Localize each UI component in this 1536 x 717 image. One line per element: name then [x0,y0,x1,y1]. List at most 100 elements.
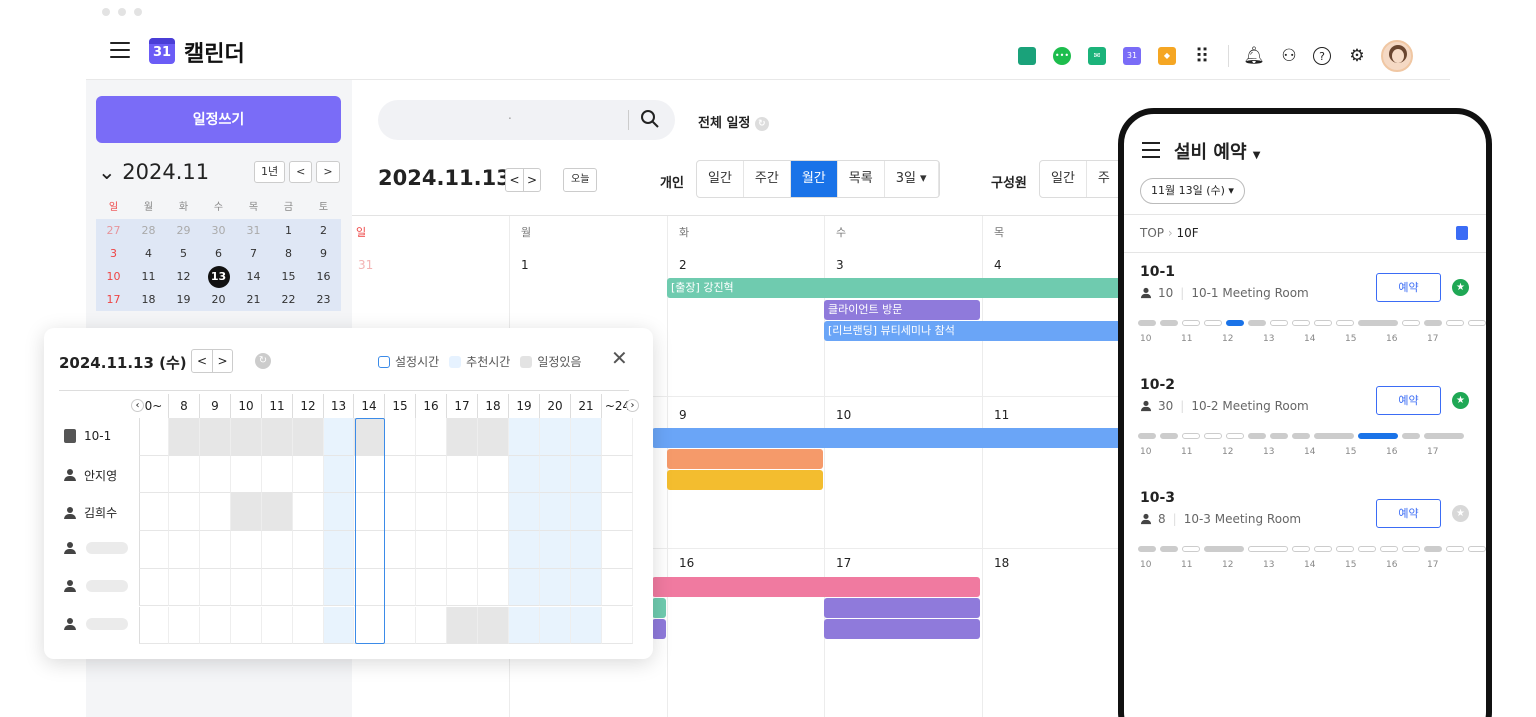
day-number[interactable]: 10 [836,408,851,422]
time-cell[interactable] [478,493,509,532]
time-cell[interactable] [416,606,447,645]
view-tab[interactable]: 월간 [790,161,838,197]
time-cell[interactable] [602,493,633,532]
time-cell[interactable] [200,606,231,645]
time-cell[interactable] [139,531,169,569]
calendar-event[interactable] [652,428,1132,448]
prev-month-button[interactable]: < [289,161,313,183]
time-cell[interactable] [293,606,324,645]
favorite-star-icon[interactable]: ★ [1452,505,1469,522]
time-cell[interactable] [293,493,324,532]
time-cell[interactable] [509,455,540,494]
day-number[interactable]: 9 [679,408,687,422]
mini-day[interactable]: 21 [236,288,271,311]
mini-day[interactable]: 1 [271,219,306,242]
time-cell[interactable] [293,568,324,607]
breadcrumb-floor[interactable]: 10F [1176,226,1198,240]
time-cell[interactable] [200,418,231,456]
time-cell[interactable] [416,568,447,607]
time-cell[interactable] [571,531,602,569]
mini-day[interactable]: 22 [271,288,306,311]
time-cell[interactable] [324,568,354,607]
mini-day[interactable]: 11 [131,265,166,288]
day-number[interactable]: 31 [358,258,373,272]
facility-title[interactable]: 설비 예약 ▼ [1174,138,1261,164]
time-cell[interactable] [602,606,633,645]
time-cell[interactable] [447,568,478,607]
org-chart-icon[interactable]: ⚇ [1278,45,1300,67]
today-button[interactable]: 오늘 [563,168,598,192]
time-cell[interactable] [447,418,478,456]
scroll-left-icon[interactable]: ‹ [131,399,144,412]
mini-day[interactable]: 31 [236,219,271,242]
view-tab[interactable]: 3일 ▾ [885,161,939,197]
write-schedule-button[interactable]: 일정쓰기 [96,96,341,143]
time-cell[interactable] [509,418,540,456]
time-cell[interactable] [231,531,262,569]
mini-day[interactable]: 29 [166,219,201,242]
day-number[interactable]: 2 [679,258,687,272]
day-number[interactable]: 18 [994,556,1009,570]
cube-icon[interactable]: ◆ [1156,45,1178,67]
reserve-button[interactable]: 예약 [1376,386,1441,415]
time-cell[interactable] [478,455,509,494]
mail-icon[interactable]: ✉ [1086,45,1108,67]
time-cell[interactable] [262,531,293,569]
time-cell[interactable] [262,606,293,645]
menu-icon[interactable] [110,42,130,60]
view-tab[interactable]: 주간 [744,161,791,197]
availability-timeline[interactable]: 0~ 8 9 10 11 12 13 14 15 16 17 18 19 20 21 ~24 ‹ › [131,394,639,645]
room-id[interactable]: 10-1 [1140,264,1175,280]
time-cell[interactable] [571,493,602,532]
reserve-button[interactable]: 예약 [1376,273,1441,302]
calendar-app-icon[interactable]: 31 [1121,45,1143,67]
time-cell[interactable] [262,493,293,532]
mini-day[interactable]: 7 [236,242,271,265]
settings-icon[interactable]: ⚙ [1346,45,1368,67]
calendar-event[interactable] [652,577,980,597]
mini-day[interactable]: 14 [236,265,271,288]
time-cell[interactable] [385,606,416,645]
time-cell[interactable] [571,606,602,645]
selected-time-slot[interactable] [355,418,385,645]
mini-day[interactable]: 23 [306,288,341,311]
time-cell[interactable] [447,493,478,532]
calendar-event[interactable] [824,598,980,618]
close-icon[interactable]: ✕ [611,346,628,370]
calendar-event[interactable]: [출장] 강진혁 [667,278,1137,298]
time-cell[interactable] [200,493,231,532]
calendar-event[interactable]: [리브랜딩] 뷰티세미나 참석 [824,321,1144,341]
time-cell[interactable] [571,455,602,494]
time-cell[interactable] [385,493,416,532]
mini-day[interactable]: 10 [96,265,131,288]
time-cell[interactable] [602,568,633,607]
apps-grid-icon[interactable]: ⠿ [1191,44,1213,68]
prev-button[interactable]: < [506,169,523,191]
time-cell[interactable] [293,455,324,494]
time-cell[interactable] [540,418,571,456]
time-cell[interactable] [540,568,571,607]
time-cell[interactable] [293,418,324,456]
mini-day[interactable]: 6 [201,242,236,265]
favorite-star-icon[interactable]: ★ [1452,279,1469,296]
time-cell[interactable] [231,606,262,645]
search-icon[interactable] [640,109,660,129]
mini-day[interactable]: 9 [306,242,341,265]
time-cell[interactable] [509,568,540,607]
mini-day[interactable]: 13 [201,265,236,288]
time-cell[interactable] [540,493,571,532]
mini-day[interactable]: 12 [166,265,201,288]
mini-day[interactable]: 15 [271,265,306,288]
time-cell[interactable] [416,531,447,569]
time-cell[interactable] [385,568,416,607]
mini-day[interactable]: 2 [306,219,341,242]
time-cell[interactable] [169,606,200,645]
time-cell[interactable] [324,531,354,569]
mini-day[interactable]: 20 [201,288,236,311]
mini-day[interactable]: 19 [166,288,201,311]
calendar-event[interactable]: 클라이언트 방문 [824,300,980,320]
time-cell[interactable] [231,493,262,532]
time-cell[interactable] [571,418,602,456]
time-cell[interactable] [324,493,354,532]
year-button[interactable]: 1년 [254,161,286,183]
